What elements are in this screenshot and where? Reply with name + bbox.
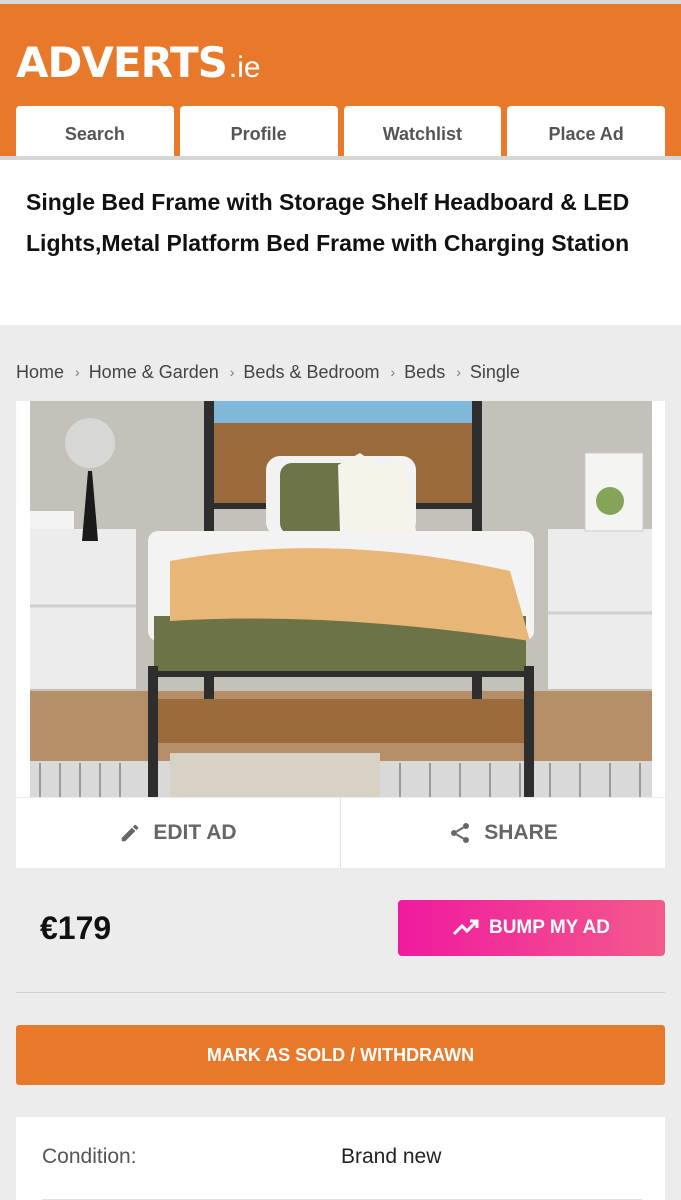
trending-up-icon	[452, 919, 479, 936]
logo-main-text: ADVERTS	[16, 38, 228, 87]
breadcrumb-single[interactable]: Single	[470, 362, 520, 383]
breadcrumb-beds-bedroom[interactable]: Beds & Bedroom	[243, 362, 379, 383]
breadcrumb-beds[interactable]: Beds	[404, 362, 445, 383]
nav-watchlist[interactable]: Watchlist	[343, 106, 502, 162]
mark-as-sold-button[interactable]: MARK AS SOLD / WITHDRAWN	[16, 1025, 665, 1085]
share-button[interactable]: SHARE	[340, 798, 665, 868]
pencil-icon	[122, 824, 139, 842]
chevron-right-icon: ›	[229, 364, 235, 380]
breadcrumb-home-garden[interactable]: Home & Garden	[89, 362, 219, 383]
nav-profile[interactable]: Profile	[179, 106, 338, 162]
logo-tld-text: .ie	[228, 51, 261, 84]
condition-label: Condition:	[42, 1145, 137, 1168]
chevron-right-icon: ›	[75, 364, 80, 380]
share-label: SHARE	[484, 821, 558, 844]
share-icon	[451, 823, 470, 843]
ad-title-section: Single Bed Frame with Storage Shelf Head…	[0, 160, 681, 325]
chevron-right-icon: ›	[390, 364, 396, 380]
ad-actions-bar: EDIT AD SHARE	[16, 798, 665, 868]
section-divider	[16, 992, 665, 993]
ad-price: €179	[40, 910, 112, 946]
chevron-right-icon: ›	[456, 364, 461, 380]
edit-ad-button[interactable]: EDIT AD	[16, 798, 340, 868]
bed-illustration	[30, 401, 652, 797]
breadcrumb: Home › Home & Garden › Beds & Bedroom › …	[16, 360, 520, 384]
main-nav: Search Profile Watchlist Place Ad	[16, 106, 665, 162]
breadcrumb-home[interactable]: Home	[16, 362, 64, 383]
site-header: ADVERTS .ie Search Profile Watchlist Pla…	[0, 0, 681, 162]
ad-photo[interactable]	[30, 401, 652, 797]
bump-my-ad-button[interactable]: BUMP MY AD	[398, 900, 665, 956]
ad-details-table: Condition: Brand new	[16, 1117, 665, 1200]
site-logo[interactable]: ADVERTS .ie	[16, 34, 261, 87]
nav-place-ad[interactable]: Place Ad	[507, 106, 665, 162]
edit-ad-label: EDIT AD	[153, 821, 237, 844]
bump-my-ad-label: BUMP MY AD	[488, 917, 611, 938]
condition-value: Brand new	[341, 1145, 442, 1168]
nav-search[interactable]: Search	[16, 106, 174, 162]
ad-title: Single Bed Frame with Storage Shelf Head…	[26, 189, 630, 256]
